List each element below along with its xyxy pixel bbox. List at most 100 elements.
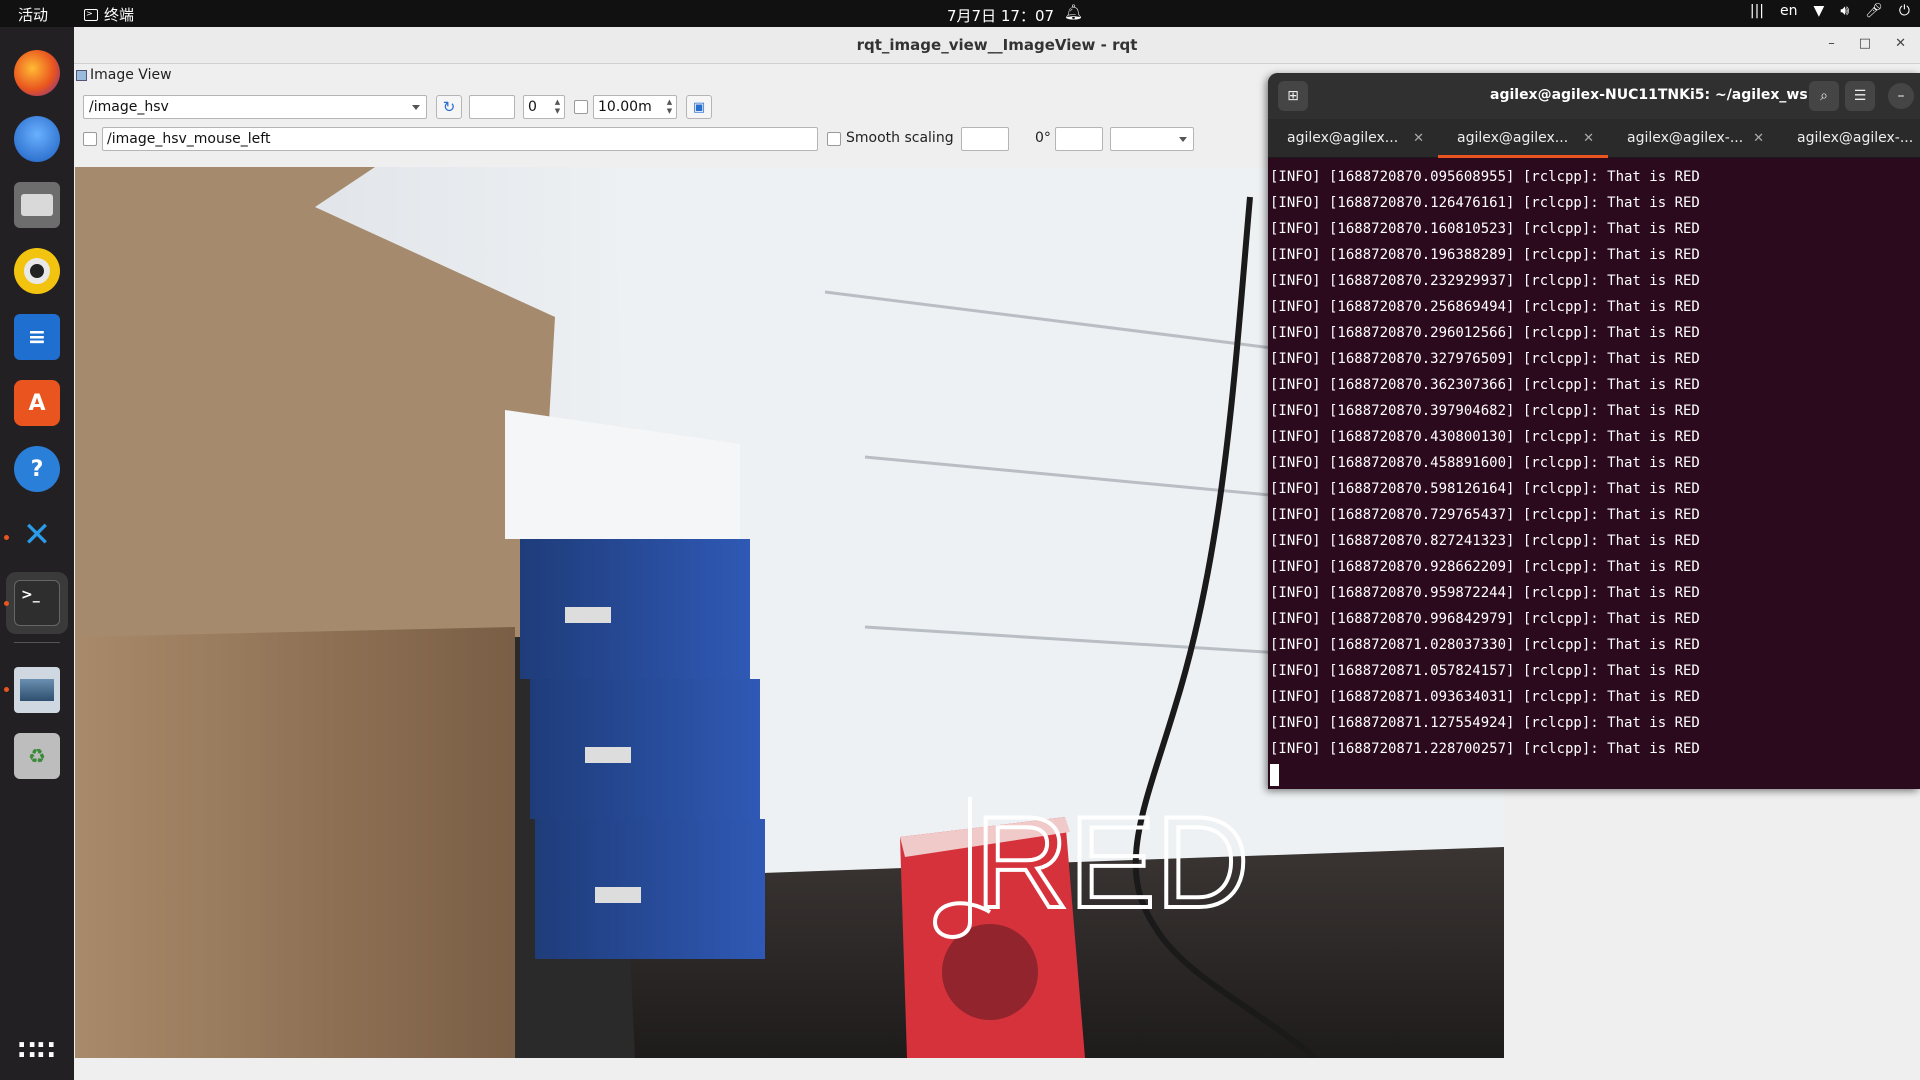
new-tab-button[interactable]: ⊞: [1278, 81, 1308, 111]
smooth-scaling-checkbox[interactable]: [827, 132, 841, 146]
terminal-line: [INFO] [1688720870.959872244] [rclcpp]: …: [1270, 585, 1700, 601]
terminal-line: [INFO] [1688720870.160810523] [rclcpp]: …: [1270, 221, 1700, 237]
terminal-headerbar: ⊞ agilex@agilex-NUC11TNKi5: ~/agilex_ws …: [1268, 73, 1920, 119]
writer-icon[interactable]: ≡: [14, 314, 60, 360]
topic-value: /image_hsv: [89, 99, 169, 115]
box-label: [585, 747, 631, 763]
close-icon[interactable]: ✕: [1895, 36, 1906, 51]
terminal-line: [INFO] [1688720871.093634031] [rclcpp]: …: [1270, 689, 1700, 705]
rotation-label: 0°: [1035, 130, 1051, 146]
show-apps-grid-icon[interactable]: ∷∷: [14, 1028, 60, 1074]
window-controls: – □ ✕: [1828, 36, 1906, 51]
running-indicator: [4, 601, 9, 606]
minimize-icon[interactable]: –: [1828, 36, 1835, 51]
blank-field[interactable]: [469, 95, 515, 119]
chevron-down-icon: [412, 105, 420, 110]
duration-value: 10.00m: [598, 99, 652, 115]
number-spinbox[interactable]: 0 ▲ ▼: [523, 95, 565, 119]
app-menu[interactable]: > 终端: [84, 4, 134, 25]
clock[interactable]: 7月7日 17：07: [947, 5, 1054, 26]
terminal-window: ⊞ agilex@agilex-NUC11TNKi5: ~/agilex_ws …: [1268, 73, 1920, 789]
blank-field[interactable]: [961, 127, 1009, 151]
tab-label: agilex@agilex...: [1457, 130, 1569, 146]
chevron-down-icon: [1179, 137, 1187, 142]
maximize-icon[interactable]: □: [1859, 36, 1871, 51]
help-icon[interactable]: ?: [14, 446, 60, 492]
blank-field[interactable]: [1055, 127, 1103, 151]
power-icon[interactable]: ⏻: [1899, 3, 1910, 19]
terminal-tab[interactable]: agilex@agilex-... ✕: [1608, 119, 1778, 158]
system-tray[interactable]: ||| en ▼ 🔊︎ 🎤︎ ⏻: [1750, 3, 1910, 19]
refresh-topics-button[interactable]: ↻: [436, 95, 462, 119]
firefox-icon[interactable]: [14, 50, 60, 96]
close-tab-icon[interactable]: ✕: [1753, 119, 1764, 158]
terminal-line: [INFO] [1688720870.362307366] [rclcpp]: …: [1270, 377, 1700, 393]
search-icon: ⌕: [1820, 88, 1828, 104]
app-name: 终端: [104, 6, 135, 24]
close-tab-icon[interactable]: ✕: [1413, 119, 1424, 158]
terminal-line: [INFO] [1688720870.196388289] [rclcpp]: …: [1270, 247, 1700, 263]
menu-button[interactable]: ☰: [1845, 81, 1875, 111]
terminal-line: [INFO] [1688720870.126476161] [rclcpp]: …: [1270, 195, 1700, 211]
thunderbird-icon[interactable]: [14, 116, 60, 162]
minimize-button[interactable]: –: [1888, 83, 1914, 109]
terminal-cursor: [1270, 764, 1279, 786]
terminal-line: [INFO] [1688720870.827241323] [rclcpp]: …: [1270, 533, 1700, 549]
blue-box: [535, 819, 765, 959]
terminal-line: [INFO] [1688720871.228700257] [rclcpp]: …: [1270, 741, 1700, 757]
image-viewer-icon[interactable]: [14, 667, 60, 713]
red-overlay-text: RED: [975, 789, 1249, 935]
dock: ≡ A ? ✕ >_ ♻ ∷∷: [0, 27, 74, 1080]
terminal-line: [INFO] [1688720871.057824157] [rclcpp]: …: [1270, 663, 1700, 679]
activities-button[interactable]: 活动: [18, 4, 48, 25]
close-tab-icon[interactable]: ✕: [1583, 119, 1594, 158]
tab-label: agilex@agilex...: [1287, 130, 1399, 146]
wifi-icon[interactable]: ▼: [1814, 3, 1825, 19]
spin-arrows-icon[interactable]: ▲ ▼: [665, 98, 674, 116]
terminal-line: [INFO] [1688720870.729765437] [rclcpp]: …: [1270, 507, 1700, 523]
terminal-line: [INFO] [1688720870.928662209] [rclcpp]: …: [1270, 559, 1700, 575]
terminal-title: agilex@agilex-NUC11TNKi5: ~/agilex_ws: [1490, 87, 1808, 103]
terminal-tab-active[interactable]: agilex@agilex... ✕: [1438, 119, 1608, 158]
search-button[interactable]: ⌕: [1809, 81, 1839, 111]
terminal-line: [INFO] [1688720871.028037330] [rclcpp]: …: [1270, 637, 1700, 653]
terminal-output[interactable]: [INFO] [1688720870.095608955] [rclcpp]: …: [1268, 158, 1920, 786]
save-image-button[interactable]: ▣: [686, 95, 712, 119]
terminal-line: [INFO] [1688720870.256869494] [rclcpp]: …: [1270, 299, 1700, 315]
running-indicator: [4, 687, 9, 692]
mouse-topic-field[interactable]: /image_hsv_mouse_left: [102, 127, 818, 151]
vscode-icon[interactable]: ✕: [14, 512, 60, 558]
terminal-line: [INFO] [1688720870.458891600] [rclcpp]: …: [1270, 455, 1700, 471]
volume-icon[interactable]: 🔊︎: [1840, 3, 1849, 19]
terminal-tab[interactable]: agilex@agilex-...: [1778, 119, 1920, 158]
notification-bell-icon[interactable]: 🔔︎: [1064, 3, 1083, 21]
files-icon[interactable]: [14, 182, 60, 228]
cardboard-box: [75, 627, 515, 1058]
duration-spinbox[interactable]: 10.00m ▲ ▼: [593, 95, 677, 119]
terminal-tab[interactable]: agilex@agilex... ✕: [1268, 119, 1438, 158]
terminal-line: [INFO] [1688720870.598126164] [rclcpp]: …: [1270, 481, 1700, 497]
running-indicator: [4, 535, 9, 540]
terminal-dock-icon[interactable]: >_: [14, 580, 60, 626]
tab-label: agilex@agilex-...: [1797, 130, 1914, 146]
hamburger-menu-icon: ☰: [1853, 88, 1867, 104]
microphone-icon[interactable]: 🎤︎: [1865, 3, 1883, 19]
input-language[interactable]: en: [1780, 3, 1798, 19]
plugin-title-bar: Image View: [76, 67, 172, 83]
rhythmbox-icon[interactable]: [14, 248, 60, 294]
terminal-line: [INFO] [1688720870.327976509] [rclcpp]: …: [1270, 351, 1700, 367]
dock-separator: [14, 642, 60, 643]
mouse-publish-checkbox[interactable]: [83, 132, 97, 146]
topic-select[interactable]: /image_hsv: [83, 95, 427, 119]
plugin-title: Image View: [90, 67, 172, 83]
app-center-icon[interactable]: A: [14, 380, 60, 426]
number-value: 0: [528, 99, 537, 115]
spin-arrows-icon[interactable]: ▲ ▼: [553, 98, 562, 116]
color-scheme-select[interactable]: [1110, 127, 1194, 151]
refresh-icon: ↻: [442, 98, 456, 116]
duration-checkbox[interactable]: [574, 100, 588, 114]
terminal-line: [INFO] [1688720870.232929937] [rclcpp]: …: [1270, 273, 1700, 289]
trash-icon[interactable]: ♻: [14, 733, 60, 779]
new-tab-icon: ⊞: [1287, 88, 1299, 104]
keyboard-indicator-icon[interactable]: |||: [1750, 3, 1764, 19]
